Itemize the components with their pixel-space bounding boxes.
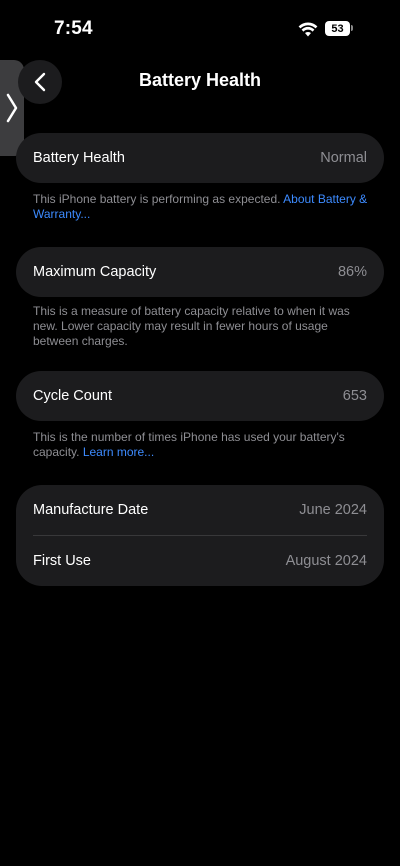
wifi-icon [298, 22, 318, 37]
dates-card: Manufacture Date June 2024 First Use Aug… [16, 485, 384, 586]
maximum-capacity-row: Maximum Capacity 86% [16, 247, 384, 297]
battery-health-footnote: This iPhone battery is performing as exp… [33, 192, 373, 222]
manufacture-date-row: Manufacture Date June 2024 [16, 485, 384, 535]
battery-health-footnote-text: This iPhone battery is performing as exp… [33, 192, 284, 206]
battery-percent: 53 [331, 22, 344, 35]
cycle-count-footnote: This is the number of times iPhone has u… [33, 430, 373, 460]
maximum-capacity-card: Maximum Capacity 86% [16, 247, 384, 297]
battery-health-card: Battery Health Normal [16, 133, 384, 183]
cycle-count-value: 653 [342, 388, 367, 404]
maximum-capacity-value: 86% [337, 264, 367, 280]
battery-icon: 53 [325, 21, 350, 36]
cycle-count-row: Cycle Count 653 [16, 371, 384, 421]
first-use-row: First Use August 2024 [16, 536, 384, 586]
maximum-capacity-label: Maximum Capacity [33, 264, 157, 280]
status-bar: 7:54 53 [0, 0, 400, 60]
chevron-right-icon [6, 93, 18, 123]
maximum-capacity-footnote: This is a measure of battery capacity re… [33, 304, 350, 348]
battery-health-value: Normal [320, 150, 367, 166]
first-use-label: First Use [33, 553, 91, 569]
cycle-count-card: Cycle Count 653 [16, 371, 384, 421]
learn-more-link[interactable]: Learn more... [83, 445, 154, 459]
page-title: Battery Health [138, 70, 262, 90]
cycle-count-label: Cycle Count [33, 388, 112, 404]
battery-health-row: Battery Health Normal [16, 133, 384, 183]
first-use-value: August 2024 [285, 553, 367, 569]
battery-health-label: Battery Health [33, 150, 125, 166]
status-time: 7:54 [54, 18, 93, 39]
battery-cap [351, 25, 353, 31]
manufacture-date-value: June 2024 [299, 502, 367, 518]
cycle-count-footnote-text: This is the number of times iPhone has u… [33, 430, 345, 459]
manufacture-date-label: Manufacture Date [33, 502, 149, 518]
